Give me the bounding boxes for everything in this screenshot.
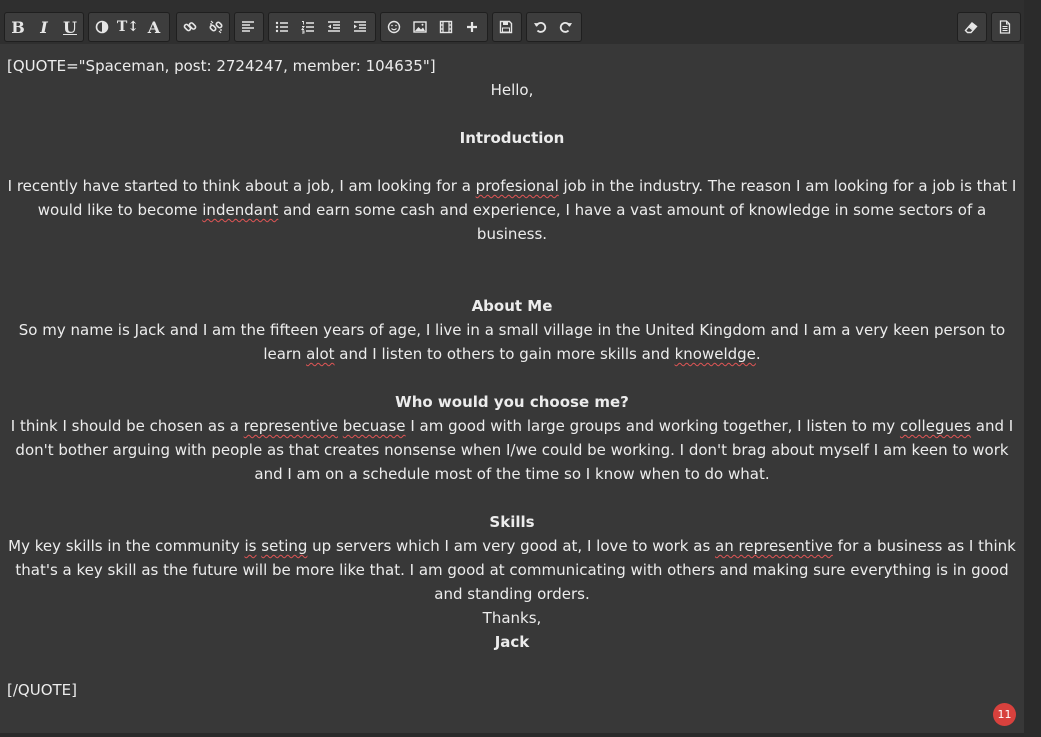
text-run: I recently have started to think about a…: [7, 177, 476, 195]
skills-heading: Skills: [489, 513, 535, 531]
misspelled-word[interactable]: collegues: [900, 417, 971, 435]
contrast-icon: [95, 20, 109, 34]
underline-button[interactable]: U: [57, 13, 83, 41]
intro-heading: Introduction: [459, 129, 565, 147]
unlink-icon: [209, 20, 223, 34]
document-icon: [999, 20, 1011, 34]
misspelled-word[interactable]: representive: [244, 417, 338, 435]
misspelled-word[interactable]: alot: [306, 345, 334, 363]
text-run: and earn some cash and experience, I hav…: [278, 201, 987, 243]
save-icon: [499, 20, 513, 34]
indent-button[interactable]: [347, 13, 373, 41]
image-icon: [413, 21, 427, 33]
misspelled-word[interactable]: an representive: [715, 537, 833, 555]
align-group: [234, 12, 264, 42]
misspelled-word[interactable]: indendant: [202, 201, 278, 219]
indent-icon: [354, 21, 366, 32]
skills-paragraph: My key skills in the community is seting…: [0, 534, 1024, 606]
remove-formatting-button[interactable]: [958, 13, 984, 41]
history-group: [526, 12, 582, 42]
insert-link-button[interactable]: [177, 13, 203, 41]
redo-button[interactable]: [553, 13, 579, 41]
align-button[interactable]: [235, 13, 261, 41]
text-color-button[interactable]: [89, 13, 115, 41]
insert-group: [380, 12, 488, 42]
about-heading: About Me: [471, 297, 553, 315]
list-group: [268, 12, 376, 42]
film-icon: [439, 20, 453, 34]
quote-open-tag: [QUOTE="Spaceman, post: 2724247, member:…: [7, 57, 436, 75]
editor-toolbar: B I U T↕ A: [0, 0, 1024, 44]
who-paragraph: I think I should be chosen as a represen…: [0, 414, 1024, 486]
numbered-list-icon: [301, 21, 314, 34]
text-run: .: [755, 345, 761, 363]
signature: Jack: [494, 633, 530, 651]
source-group: [991, 12, 1021, 42]
italic-button[interactable]: I: [31, 13, 57, 41]
text-run: I think I should be chosen as a: [10, 417, 244, 435]
text-run: up servers which I am very good at, I lo…: [307, 537, 716, 555]
clear-format-group: [957, 12, 987, 42]
align-left-icon: [242, 21, 254, 32]
greeting: Hello,: [490, 81, 534, 99]
who-heading: Who would you choose me?: [395, 393, 629, 411]
font-family-button[interactable]: A: [141, 13, 167, 41]
smiley-icon: [387, 20, 401, 34]
font-group: T↕ A: [88, 12, 170, 42]
toggle-bbcode-button[interactable]: [992, 13, 1018, 41]
bold-button[interactable]: B: [5, 13, 31, 41]
insert-smiley-button[interactable]: [381, 13, 407, 41]
bullet-list-icon: [275, 21, 288, 33]
eraser-icon: [964, 22, 978, 34]
undo-button[interactable]: [527, 13, 553, 41]
link-icon: [183, 22, 197, 32]
undo-icon: [534, 22, 547, 33]
insert-more-button[interactable]: [459, 13, 485, 41]
insert-media-button[interactable]: [433, 13, 459, 41]
numbered-list-button[interactable]: [295, 13, 321, 41]
outdent-icon: [328, 21, 340, 32]
save-draft-button[interactable]: [493, 13, 519, 41]
quote-close-tag: [/QUOTE]: [7, 681, 77, 699]
text-style-group: B I U: [4, 12, 84, 42]
misspelled-word[interactable]: seting: [261, 537, 307, 555]
redo-icon: [559, 22, 572, 33]
intro-paragraph: I recently have started to think about a…: [0, 174, 1024, 246]
rich-text-editor[interactable]: B I U T↕ A [QUOTE="Spaceman, post: 27242…: [0, 0, 1024, 733]
misspelled-word[interactable]: becuase: [343, 417, 406, 435]
editor-content[interactable]: [QUOTE="Spaceman, post: 2724247, member:…: [0, 44, 1024, 733]
bullet-list-button[interactable]: [269, 13, 295, 41]
text-run: I am good with large groups and working …: [405, 417, 900, 435]
misspelled-word[interactable]: knoweldge: [675, 345, 756, 363]
about-paragraph: So my name is Jack and I am the fifteen …: [0, 318, 1024, 366]
notification-count-badge[interactable]: 11: [993, 703, 1016, 726]
plus-icon: [467, 22, 477, 32]
unlink-button[interactable]: [203, 13, 229, 41]
text-run: and I listen to others to gain more skil…: [334, 345, 675, 363]
draft-group: [492, 12, 522, 42]
outdent-button[interactable]: [321, 13, 347, 41]
misspelled-word[interactable]: profesional: [476, 177, 559, 195]
font-size-button[interactable]: T↕: [115, 13, 141, 41]
closing-thanks: Thanks,: [482, 609, 542, 627]
text-run: My key skills in the community: [8, 537, 245, 555]
link-group: [176, 12, 230, 42]
insert-image-button[interactable]: [407, 13, 433, 41]
misspelled-word[interactable]: is: [245, 537, 257, 555]
scrollbar-track[interactable]: [1024, 0, 1041, 737]
